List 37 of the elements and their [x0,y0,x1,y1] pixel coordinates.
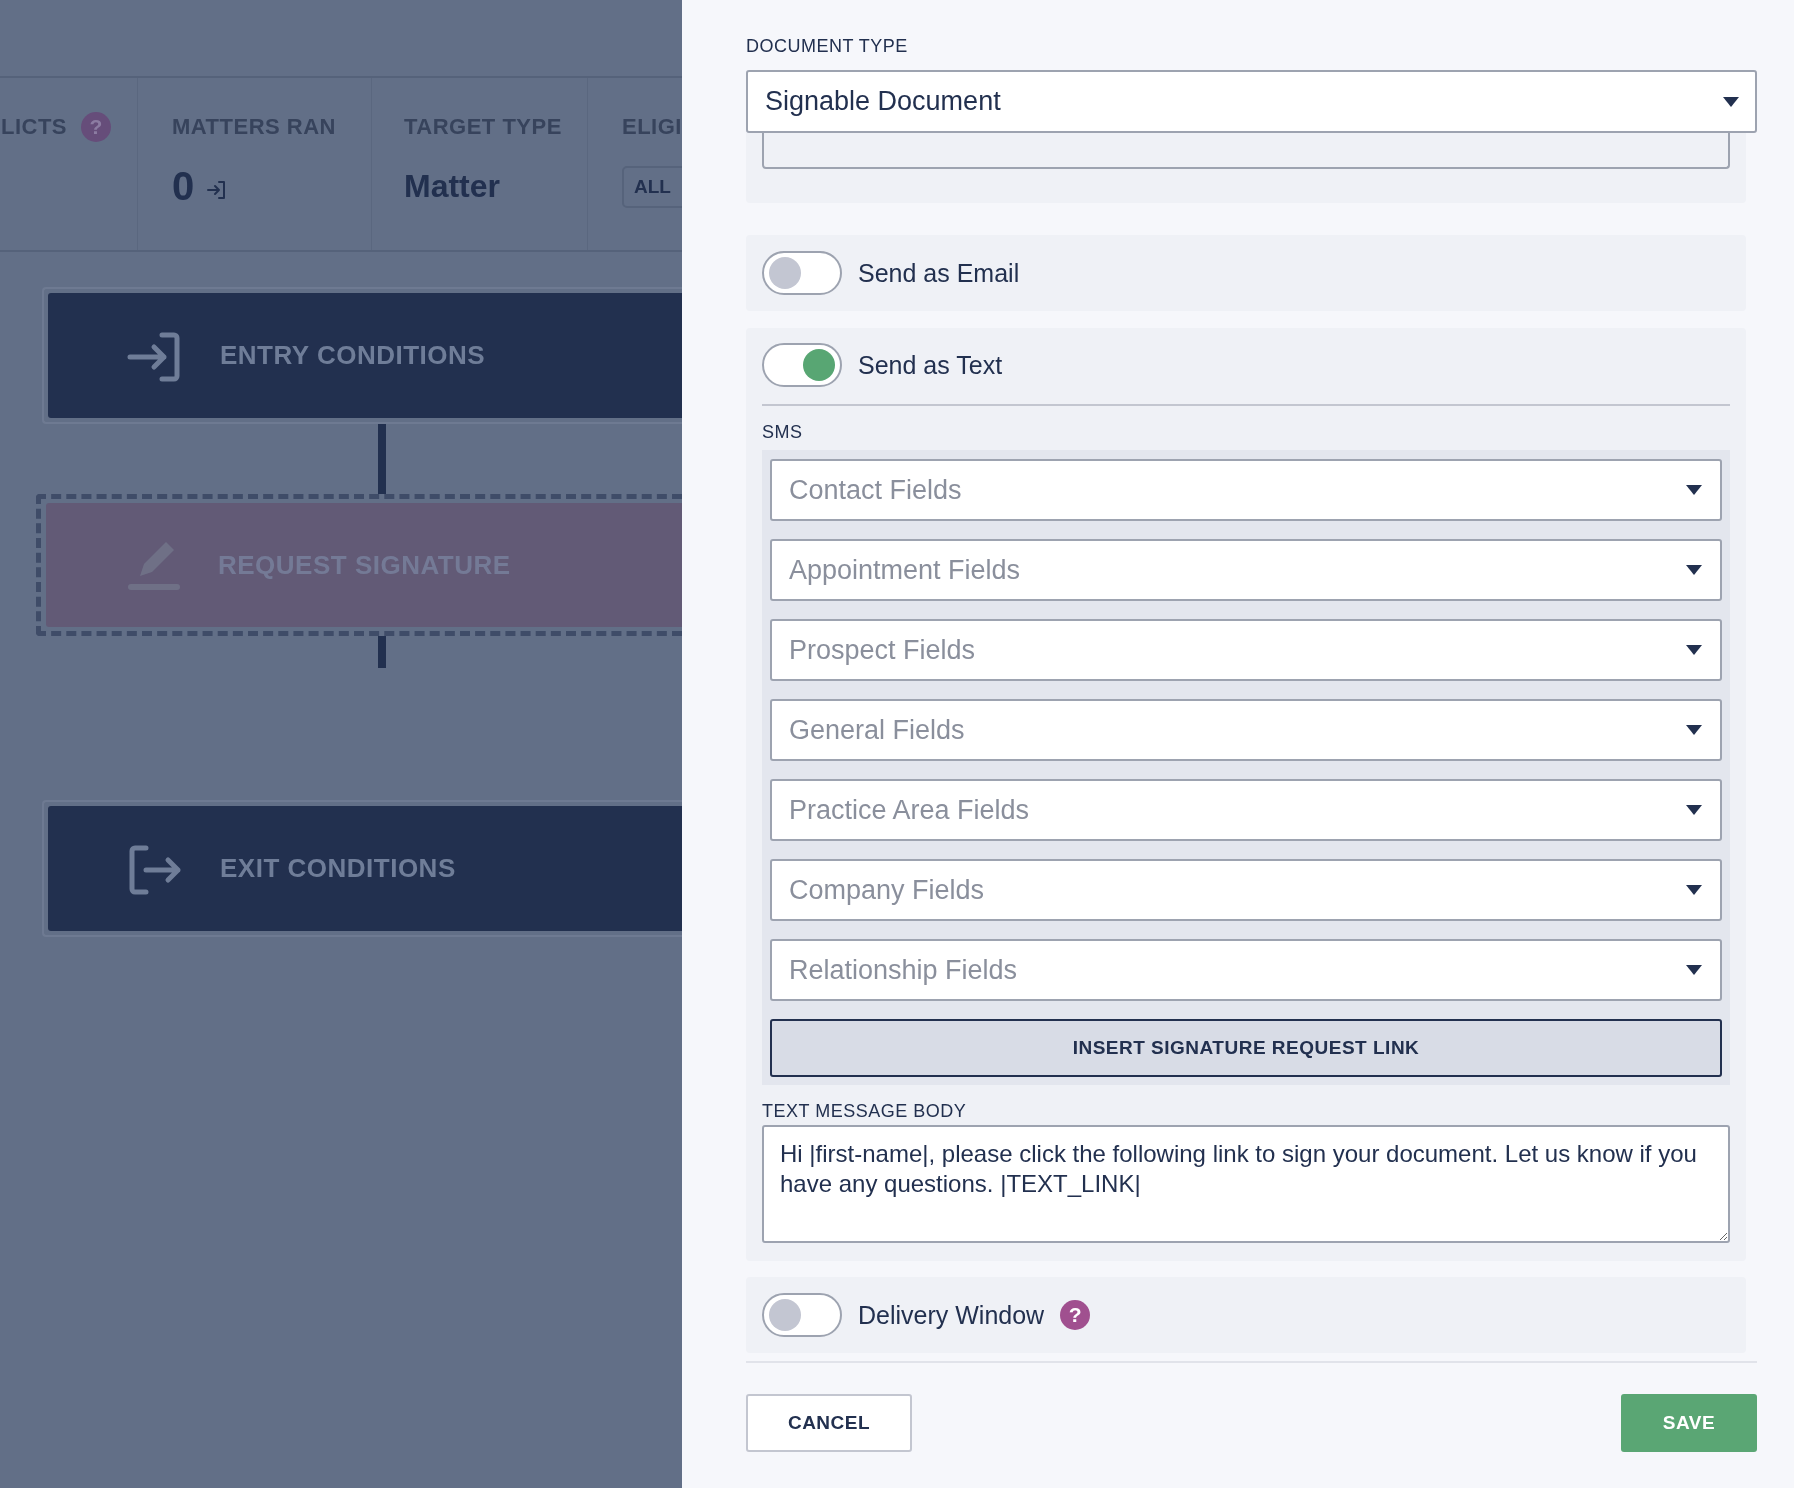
caret-icon [1723,96,1739,107]
caret-icon [1686,725,1702,735]
step-label: EXIT CONDITIONS [220,853,456,884]
field-dropdown[interactable]: Relationship Fields [770,939,1722,1001]
field-dropdown[interactable]: Company Fields [770,859,1722,921]
caret-icon [1686,805,1702,815]
step-card[interactable]: EXIT CONDITIONS [48,806,682,931]
field-dropdown[interactable]: Appointment Fields [770,539,1722,601]
toggle-switch[interactable] [762,343,842,387]
caret-icon [1686,565,1702,575]
caret-icon [1686,485,1702,495]
save-button[interactable]: SAVE [1621,1394,1757,1452]
toggle-label: Send as Email [858,258,1020,288]
document-type-dropdown[interactable]: Signable Document [746,70,1757,133]
toggle-label: Send as Text [858,350,1003,380]
field-dropdown[interactable]: Practice Area Fields [770,779,1722,841]
field-label: DOCUMENT TYPE [746,36,909,58]
step-label: ENTRY CONDITIONS [220,340,486,371]
insert-link-button[interactable]: INSERT SIGNATURE REQUEST LINK [770,1019,1722,1077]
field-dropdown[interactable]: General Fields [770,699,1722,761]
caret-icon [1686,885,1702,895]
field-label: TEXT MESSAGE BODY [762,1101,968,1123]
toggle-switch[interactable] [762,251,842,295]
help-icon[interactable]: ? [81,112,111,142]
step-card[interactable]: ENTRY CONDITIONS [48,293,682,418]
help-icon[interactable]: ? [1060,1300,1091,1330]
stat-value: Matter [404,166,501,206]
stat-value: 0 [172,163,195,209]
toggle-switch[interactable] [762,1293,842,1337]
caret-icon [1686,965,1702,975]
toggle-label: Delivery Window [858,1300,1045,1330]
field-dropdown[interactable]: Contact Fields [770,459,1722,521]
cancel-button[interactable]: CANCEL [746,1394,912,1452]
caret-icon [1686,645,1702,655]
field-label: SMS [762,422,804,444]
field-dropdown[interactable]: Prospect Fields [770,619,1722,681]
message-textarea[interactable]: Hi |first-name|, please click the following link to sign your document. Let us know if you have any questions. |TEXT_LINK| [762,1125,1730,1243]
